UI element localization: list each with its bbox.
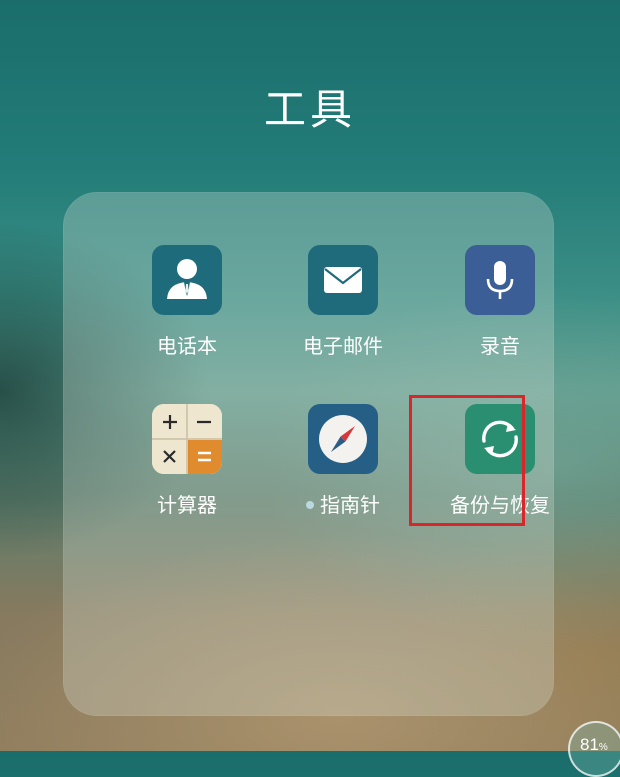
battery-indicator: 81% <box>568 721 620 777</box>
microphone-icon <box>465 245 535 315</box>
battery-value: 81 <box>580 735 599 754</box>
app-label: 录音 <box>480 334 520 358</box>
highlight-box <box>409 395 525 526</box>
app-email[interactable]: 电子邮件 <box>263 245 423 375</box>
calculator-icon <box>152 404 222 474</box>
envelope-icon <box>308 245 378 315</box>
contact-person-icon <box>152 245 222 315</box>
app-label-text: 指南针 <box>320 493 380 517</box>
folder-title: 工具 <box>263 85 356 134</box>
compass-icon <box>308 404 378 474</box>
app-recorder[interactable]: 录音 <box>420 245 580 375</box>
battery-unit: % <box>598 742 608 753</box>
update-dot-indicator <box>306 501 314 509</box>
app-compass[interactable]: 指南针 <box>263 404 423 534</box>
